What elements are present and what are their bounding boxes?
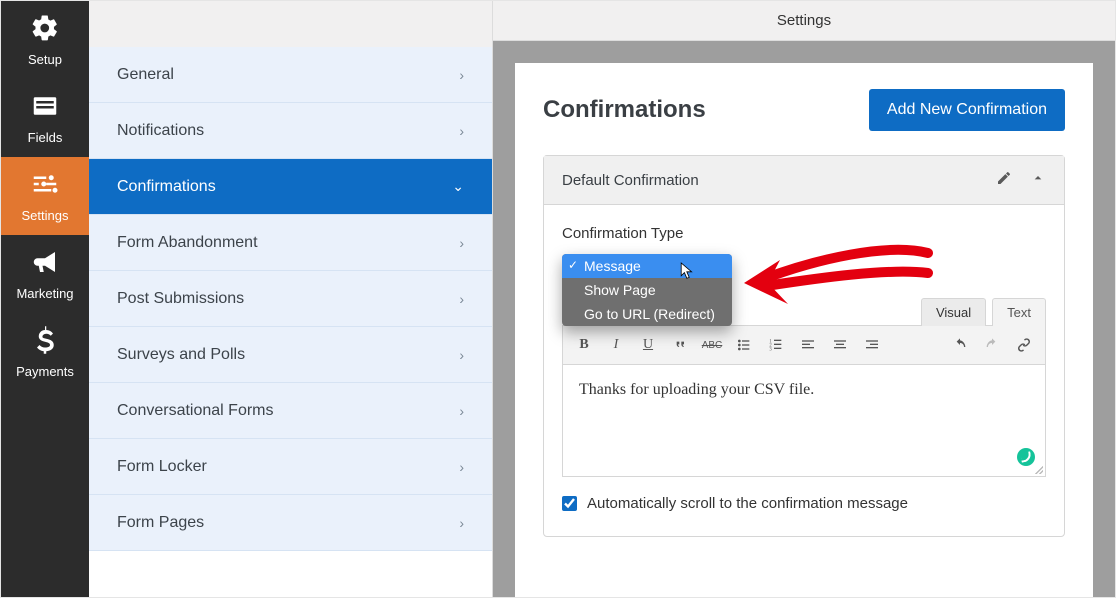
- resize-grip[interactable]: [1033, 464, 1043, 474]
- rail-label: Fields: [28, 130, 63, 145]
- rail-label: Settings: [22, 208, 69, 223]
- submenu-label: Form Pages: [117, 514, 204, 532]
- rail-item-payments[interactable]: Payments: [1, 313, 89, 391]
- bullhorn-icon: [30, 247, 60, 286]
- link-button[interactable]: [1011, 332, 1037, 358]
- chevron-right-icon: ›: [459, 403, 464, 419]
- strikethrough-button[interactable]: ABC: [699, 332, 725, 358]
- card-header[interactable]: Default Confirmation: [544, 156, 1064, 205]
- redo-button[interactable]: [979, 332, 1005, 358]
- sliders-icon: [30, 169, 60, 208]
- blockquote-button[interactable]: [667, 332, 693, 358]
- rail-item-setup[interactable]: Setup: [1, 1, 89, 79]
- submenu-label: General: [117, 66, 174, 84]
- submenu-item-form-locker[interactable]: Form Locker ›: [89, 439, 492, 495]
- submenu-label: Form Abandonment: [117, 234, 258, 252]
- rail-item-fields[interactable]: Fields: [1, 79, 89, 157]
- add-new-confirmation-button[interactable]: Add New Confirmation: [869, 89, 1065, 131]
- annotation-arrow: [738, 238, 938, 323]
- svg-text:3: 3: [769, 347, 772, 352]
- submenu-label: Post Submissions: [117, 290, 244, 308]
- tab-text[interactable]: Text: [992, 298, 1046, 326]
- main-area: Settings Confirmations Add New Confirmat…: [493, 1, 1115, 597]
- gear-icon: [30, 13, 60, 52]
- bullet-list-button[interactable]: [731, 332, 757, 358]
- bold-button[interactable]: B: [571, 332, 597, 358]
- align-right-button[interactable]: [859, 332, 885, 358]
- dropdown-option-show-page[interactable]: Show Page: [562, 278, 732, 302]
- chevron-right-icon: ›: [459, 515, 464, 531]
- chevron-right-icon: ›: [459, 291, 464, 307]
- chevron-up-icon[interactable]: [1030, 170, 1046, 190]
- submenu-item-confirmations[interactable]: Confirmations ⌄: [89, 159, 492, 215]
- submenu-item-form-abandonment[interactable]: Form Abandonment ›: [89, 215, 492, 271]
- submenu-item-post-submissions[interactable]: Post Submissions ›: [89, 271, 492, 327]
- app-rail: Setup Fields Settings Marketing Payments: [1, 1, 89, 597]
- settings-submenu: General › Notifications › Confirmations …: [89, 1, 493, 597]
- rail-item-settings[interactable]: Settings: [1, 157, 89, 235]
- auto-scroll-checkbox[interactable]: [562, 496, 577, 511]
- panel: Confirmations Add New Confirmation Defau…: [515, 63, 1093, 597]
- submenu-item-surveys-polls[interactable]: Surveys and Polls ›: [89, 327, 492, 383]
- chevron-down-icon: ⌄: [452, 178, 464, 195]
- numbered-list-button[interactable]: 123: [763, 332, 789, 358]
- scroll-gap: [493, 41, 1115, 47]
- chevron-right-icon: ›: [459, 123, 464, 139]
- auto-scroll-label: Automatically scroll to the confirmation…: [587, 495, 908, 512]
- align-center-button[interactable]: [827, 332, 853, 358]
- dropdown-option-message[interactable]: Message: [562, 254, 732, 278]
- dropdown-list: Message Show Page Go to URL (Redirect): [562, 254, 732, 326]
- submenu-label: Conversational Forms: [117, 402, 274, 420]
- submenu-label: Confirmations: [117, 178, 216, 196]
- editor-text: Thanks for uploading your CSV file.: [579, 381, 814, 398]
- submenu-label: Form Locker: [117, 458, 207, 476]
- auto-scroll-row[interactable]: Automatically scroll to the confirmation…: [562, 495, 1046, 512]
- page-title: Settings: [493, 1, 1115, 41]
- panel-heading: Confirmations: [543, 96, 706, 124]
- submenu-label: Notifications: [117, 122, 204, 140]
- italic-button[interactable]: I: [603, 332, 629, 358]
- editor-content[interactable]: Thanks for uploading your CSV file.: [562, 365, 1046, 477]
- chevron-right-icon: ›: [459, 67, 464, 83]
- submenu-item-form-pages[interactable]: Form Pages ›: [89, 495, 492, 551]
- mouse-cursor-icon: [678, 261, 694, 286]
- editor-toolbar: B I U ABC 123: [562, 325, 1046, 365]
- submenu-item-notifications[interactable]: Notifications ›: [89, 103, 492, 159]
- submenu-spacer: [89, 1, 492, 47]
- confirmation-card: Default Confirmation Confirmation Type: [543, 155, 1065, 537]
- underline-button[interactable]: U: [635, 332, 661, 358]
- rail-label: Payments: [16, 364, 74, 379]
- chevron-right-icon: ›: [459, 459, 464, 475]
- rail-label: Marketing: [16, 286, 73, 301]
- undo-button[interactable]: [947, 332, 973, 358]
- fields-icon: [30, 91, 60, 130]
- rail-label: Setup: [28, 52, 62, 67]
- submenu-item-conversational-forms[interactable]: Conversational Forms ›: [89, 383, 492, 439]
- submenu-item-general[interactable]: General ›: [89, 47, 492, 103]
- submenu-label: Surveys and Polls: [117, 346, 245, 364]
- dropdown-option-redirect[interactable]: Go to URL (Redirect): [562, 302, 732, 326]
- edit-icon[interactable]: [996, 170, 1012, 190]
- dollar-icon: [30, 325, 60, 364]
- rail-item-marketing[interactable]: Marketing: [1, 235, 89, 313]
- align-left-button[interactable]: [795, 332, 821, 358]
- chevron-right-icon: ›: [459, 235, 464, 251]
- chevron-right-icon: ›: [459, 347, 464, 363]
- card-title: Default Confirmation: [562, 172, 699, 189]
